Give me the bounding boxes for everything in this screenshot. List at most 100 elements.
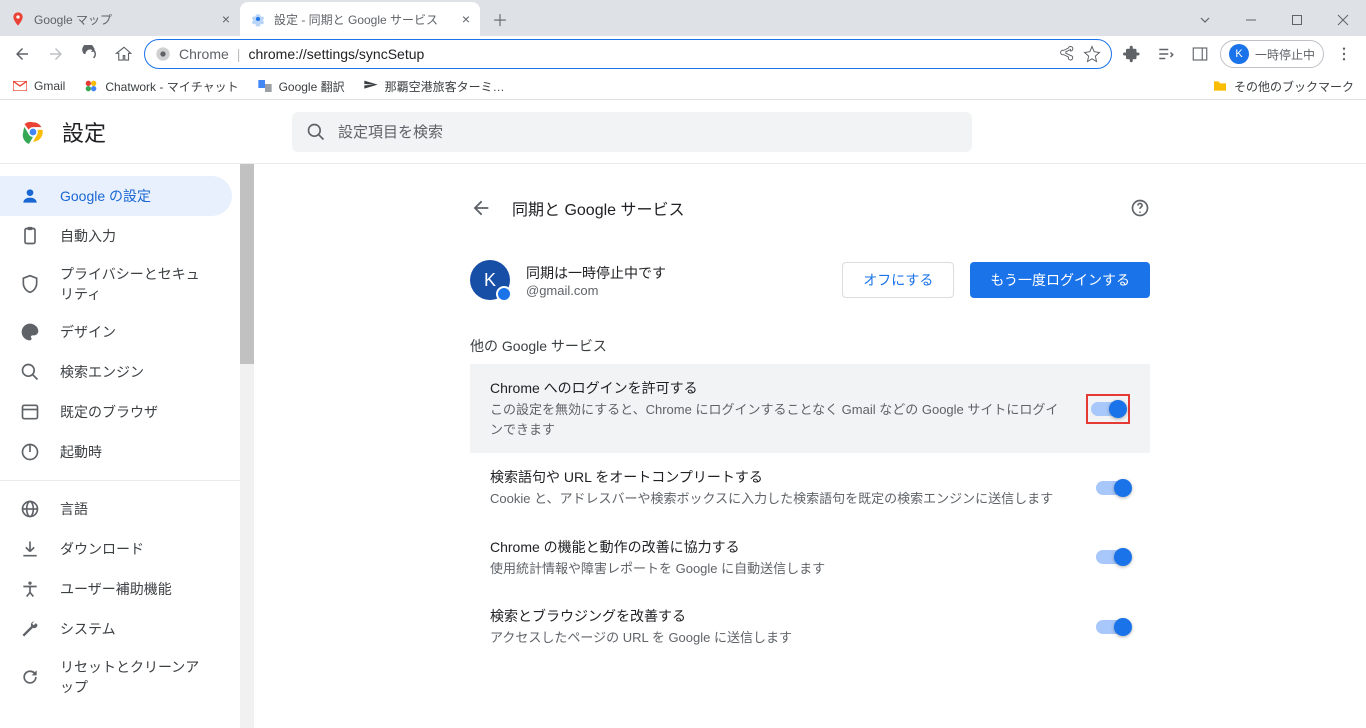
sidebar-item-downloads[interactable]: ダウンロード xyxy=(0,529,232,569)
menu-button[interactable] xyxy=(1330,40,1358,68)
setting-allow-chrome-signin: Chrome へのログインを許可する この設定を無効にすると、Chrome にロ… xyxy=(470,364,1150,453)
setting-title: 検索語句や URL をオートコンプリートする xyxy=(490,467,1076,487)
bookmarks-bar: Gmail Chatwork - マイチャット Google 翻訳 那覇空港旅客… xyxy=(0,72,1366,100)
restore-icon xyxy=(20,667,40,687)
sidebar-item-language[interactable]: 言語 xyxy=(0,489,232,529)
window-controls xyxy=(1182,4,1366,36)
palette-icon xyxy=(20,322,40,342)
setting-title: Chrome へのログインを許可する xyxy=(490,378,1066,398)
toggle-allow-chrome-signin[interactable] xyxy=(1091,402,1125,416)
side-panel-button[interactable] xyxy=(1186,40,1214,68)
tab-strip: Google マップ × 設定 - 同期と Google サービス × ＋ xyxy=(0,0,1366,36)
setting-desc: アクセスしたページの URL を Google に送信します xyxy=(490,628,1076,648)
star-icon[interactable] xyxy=(1083,45,1101,63)
home-button[interactable] xyxy=(110,40,138,68)
settings-search[interactable]: 設定項目を検索 xyxy=(292,112,972,152)
toggle-help-improve[interactable] xyxy=(1096,550,1130,564)
sidebar-item-reset[interactable]: リセットとクリーンアップ xyxy=(0,649,232,705)
settings-page: 設定 設定項目を検索 Google の設定 自動入力 プライバシーとセキュリティ… xyxy=(0,100,1366,728)
bookmark-gmail[interactable]: Gmail xyxy=(12,78,65,94)
scrollbar-thumb[interactable] xyxy=(240,164,254,364)
sidebar-item-appearance[interactable]: デザイン xyxy=(0,312,232,352)
url-text: chrome://settings/syncSetup xyxy=(248,46,424,62)
search-icon xyxy=(20,362,40,382)
reload-button[interactable] xyxy=(76,40,104,68)
setting-autocomplete: 検索語句や URL をオートコンプリートする Cookie と、アドレスバーや検… xyxy=(470,453,1150,523)
chrome-icon xyxy=(155,46,171,62)
page-header: 同期と Google サービス xyxy=(470,184,1150,232)
setting-title: 検索とブラウジングを改善する xyxy=(490,606,1076,626)
sync-status-row: K 同期は一時停止中です @gmail.com オフにする もう一度ログインする xyxy=(470,248,1150,312)
tab-settings[interactable]: 設定 - 同期と Google サービス × xyxy=(240,2,480,36)
shield-icon xyxy=(20,274,40,294)
setting-improve-search: 検索とブラウジングを改善する アクセスしたページの URL を Google に… xyxy=(470,592,1150,662)
person-icon xyxy=(20,186,40,206)
profile-status: 一時停止中 xyxy=(1255,46,1315,63)
sidebar-item-system[interactable]: システム xyxy=(0,609,232,649)
sidebar-item-accessibility[interactable]: ユーザー補助機能 xyxy=(0,569,232,609)
close-icon[interactable]: × xyxy=(462,11,470,27)
settings-header: 設定 設定項目を検索 xyxy=(0,100,1366,164)
search-icon xyxy=(306,122,326,142)
bookmark-chatwork[interactable]: Chatwork - マイチャット xyxy=(83,78,238,95)
back-arrow-icon[interactable] xyxy=(470,197,492,219)
browser-icon xyxy=(20,402,40,422)
login-again-button[interactable]: もう一度ログインする xyxy=(970,262,1150,298)
bookmark-naha[interactable]: 那覇空港旅客ターミ… xyxy=(363,78,505,95)
toggle-improve-search[interactable] xyxy=(1096,620,1130,634)
setting-help-improve: Chrome の機能と動作の改善に協力する 使用統計情報や障害レポートを Goo… xyxy=(470,523,1150,593)
sidebar-item-privacy[interactable]: プライバシーとセキュリティ xyxy=(0,256,232,312)
sync-email: @gmail.com xyxy=(526,283,826,298)
toggle-autocomplete[interactable] xyxy=(1096,481,1130,495)
maximize-button[interactable] xyxy=(1274,4,1320,36)
share-icon[interactable] xyxy=(1057,45,1075,63)
sync-status: 同期は一時停止中です xyxy=(526,263,826,283)
chrome-logo-icon xyxy=(20,119,46,145)
chatwork-icon xyxy=(83,78,99,94)
sidebar-item-startup[interactable]: 起動時 xyxy=(0,432,232,472)
maps-icon xyxy=(10,11,26,27)
new-tab-button[interactable]: ＋ xyxy=(486,5,514,33)
translate-icon xyxy=(257,78,273,94)
power-icon xyxy=(20,442,40,462)
clipboard-icon xyxy=(20,226,40,246)
reading-list-button[interactable] xyxy=(1152,40,1180,68)
sync-badge-icon xyxy=(496,286,512,302)
browser-chrome: Google マップ × 設定 - 同期と Google サービス × ＋ Ch… xyxy=(0,0,1366,100)
tab-google-maps[interactable]: Google マップ × xyxy=(0,2,240,36)
chevron-down-icon[interactable] xyxy=(1182,4,1228,36)
profile-button[interactable]: K 一時停止中 xyxy=(1220,40,1324,68)
section-label: 他の Google サービス xyxy=(470,336,1150,356)
toolbar: Chrome | chrome://settings/syncSetup K 一… xyxy=(0,36,1366,72)
back-button[interactable] xyxy=(8,40,36,68)
settings-content: 同期と Google サービス K 同期は一時停止中です @gmail.com … xyxy=(254,164,1366,728)
close-window-button[interactable] xyxy=(1320,4,1366,36)
forward-button[interactable] xyxy=(42,40,70,68)
folder-icon xyxy=(1212,78,1228,94)
address-bar[interactable]: Chrome | chrome://settings/syncSetup xyxy=(144,39,1112,69)
sidebar-item-default-browser[interactable]: 既定のブラウザ xyxy=(0,392,232,432)
help-icon[interactable] xyxy=(1130,198,1150,218)
accessibility-icon xyxy=(20,579,40,599)
turn-off-button[interactable]: オフにする xyxy=(842,262,954,298)
gmail-icon xyxy=(12,78,28,94)
sidebar-item-google[interactable]: Google の設定 xyxy=(0,176,232,216)
search-placeholder: 設定項目を検索 xyxy=(338,121,443,142)
settings-sidebar: Google の設定 自動入力 プライバシーとセキュリティ デザイン 検索エンジ… xyxy=(0,164,254,728)
setting-desc: 使用統計情報や障害レポートを Google に自動送信します xyxy=(490,559,1076,579)
bookmark-translate[interactable]: Google 翻訳 xyxy=(257,78,345,95)
scheme-label: Chrome xyxy=(179,46,229,62)
sidebar-item-search-engine[interactable]: 検索エンジン xyxy=(0,352,232,392)
close-icon[interactable]: × xyxy=(222,11,230,27)
highlight-box xyxy=(1086,394,1130,424)
tab-title: 設定 - 同期と Google サービス xyxy=(274,11,454,28)
download-icon xyxy=(20,539,40,559)
extensions-button[interactable] xyxy=(1118,40,1146,68)
gear-icon xyxy=(250,11,266,27)
tab-title: Google マップ xyxy=(34,11,214,28)
minimize-button[interactable] xyxy=(1228,4,1274,36)
sidebar-item-autofill[interactable]: 自動入力 xyxy=(0,216,232,256)
avatar: K xyxy=(470,260,510,300)
plane-icon xyxy=(363,78,379,94)
other-bookmarks[interactable]: その他のブックマーク xyxy=(1212,78,1354,95)
